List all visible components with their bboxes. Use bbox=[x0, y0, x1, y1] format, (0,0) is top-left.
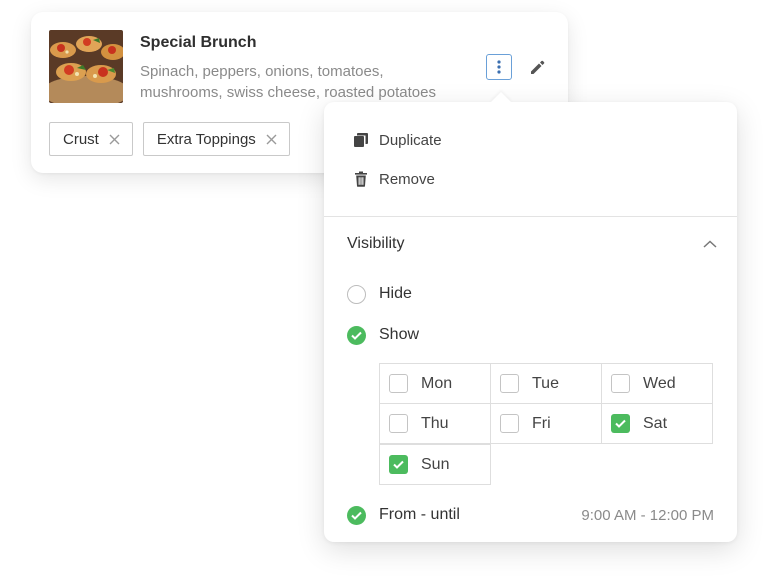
day-label: Tue bbox=[532, 374, 559, 392]
time-window-toggle[interactable]: From - until bbox=[347, 505, 460, 525]
item-title: Special Brunch bbox=[140, 34, 257, 51]
chevron-up-icon bbox=[703, 240, 717, 248]
day-sun[interactable]: Sun bbox=[379, 444, 491, 485]
visibility-title: Visibility bbox=[347, 235, 405, 252]
kebab-menu-icon bbox=[497, 60, 501, 74]
trash-icon bbox=[352, 171, 369, 187]
item-thumbnail bbox=[49, 30, 123, 103]
day-wed[interactable]: Wed bbox=[601, 363, 713, 404]
close-icon bbox=[266, 134, 277, 144]
day-label: Sun bbox=[421, 455, 450, 473]
time-window-label: From - until bbox=[379, 506, 460, 523]
remove-menu-item[interactable]: Remove bbox=[352, 167, 435, 191]
checkbox-unchecked-icon bbox=[611, 374, 630, 393]
checkbox-unchecked-icon bbox=[500, 374, 519, 393]
duplicate-label: Duplicate bbox=[379, 131, 442, 149]
pencil-icon bbox=[530, 60, 544, 74]
tag-remove-button[interactable] bbox=[109, 134, 120, 145]
radio-checked-icon bbox=[347, 325, 366, 345]
duplicate-menu-item[interactable]: Duplicate bbox=[352, 128, 442, 152]
day-sat[interactable]: Sat bbox=[601, 403, 713, 444]
more-options-button[interactable] bbox=[486, 54, 512, 80]
close-icon bbox=[109, 134, 120, 144]
item-description: Spinach, peppers, onions, tomatoes, mush… bbox=[140, 63, 436, 101]
menu-divider bbox=[324, 216, 737, 217]
option-label: Show bbox=[379, 326, 420, 343]
checkbox-checked-icon bbox=[611, 414, 630, 433]
day-label: Sat bbox=[643, 414, 668, 432]
radio-unchecked-icon bbox=[347, 284, 366, 304]
copy-icon bbox=[352, 132, 369, 148]
visibility-option-show[interactable]: Show bbox=[347, 324, 419, 346]
tag-crust: Crust bbox=[49, 122, 133, 156]
visibility-section-header[interactable]: Visibility bbox=[347, 232, 717, 256]
day-label: Fri bbox=[532, 414, 551, 432]
day-label: Thu bbox=[421, 414, 449, 432]
modifier-tags: Crust Extra Toppings bbox=[49, 122, 290, 156]
time-range-value[interactable]: 9:00 AM - 12:00 PM bbox=[581, 507, 714, 524]
day-label: Mon bbox=[421, 374, 453, 392]
food-photo-icon bbox=[49, 30, 123, 103]
remove-label: Remove bbox=[379, 170, 435, 188]
day-tue[interactable]: Tue bbox=[490, 363, 602, 404]
visibility-option-hide[interactable]: Hide bbox=[347, 283, 412, 305]
checkbox-unchecked-icon bbox=[389, 374, 408, 393]
dropdown-caret bbox=[490, 92, 512, 103]
checkbox-checked-icon bbox=[389, 455, 408, 474]
time-window-row: From - until 9:00 AM - 12:00 PM bbox=[347, 504, 714, 526]
checkbox-unchecked-icon bbox=[500, 414, 519, 433]
day-label: Wed bbox=[643, 374, 676, 392]
options-dropdown: Duplicate Remove Visibility Hide Show Mo… bbox=[324, 102, 737, 542]
tag-label: Extra Toppings bbox=[156, 130, 256, 148]
checkbox-unchecked-icon bbox=[389, 414, 408, 433]
day-fri[interactable]: Fri bbox=[490, 403, 602, 444]
edit-button[interactable] bbox=[526, 56, 548, 78]
tag-remove-button[interactable] bbox=[266, 134, 277, 145]
tag-extra-toppings: Extra Toppings bbox=[142, 122, 290, 156]
radio-checked-icon bbox=[347, 505, 366, 525]
day-mon[interactable]: Mon bbox=[379, 363, 491, 404]
tag-label: Crust bbox=[63, 130, 99, 148]
day-thu[interactable]: Thu bbox=[379, 403, 491, 444]
option-label: Hide bbox=[379, 285, 412, 302]
